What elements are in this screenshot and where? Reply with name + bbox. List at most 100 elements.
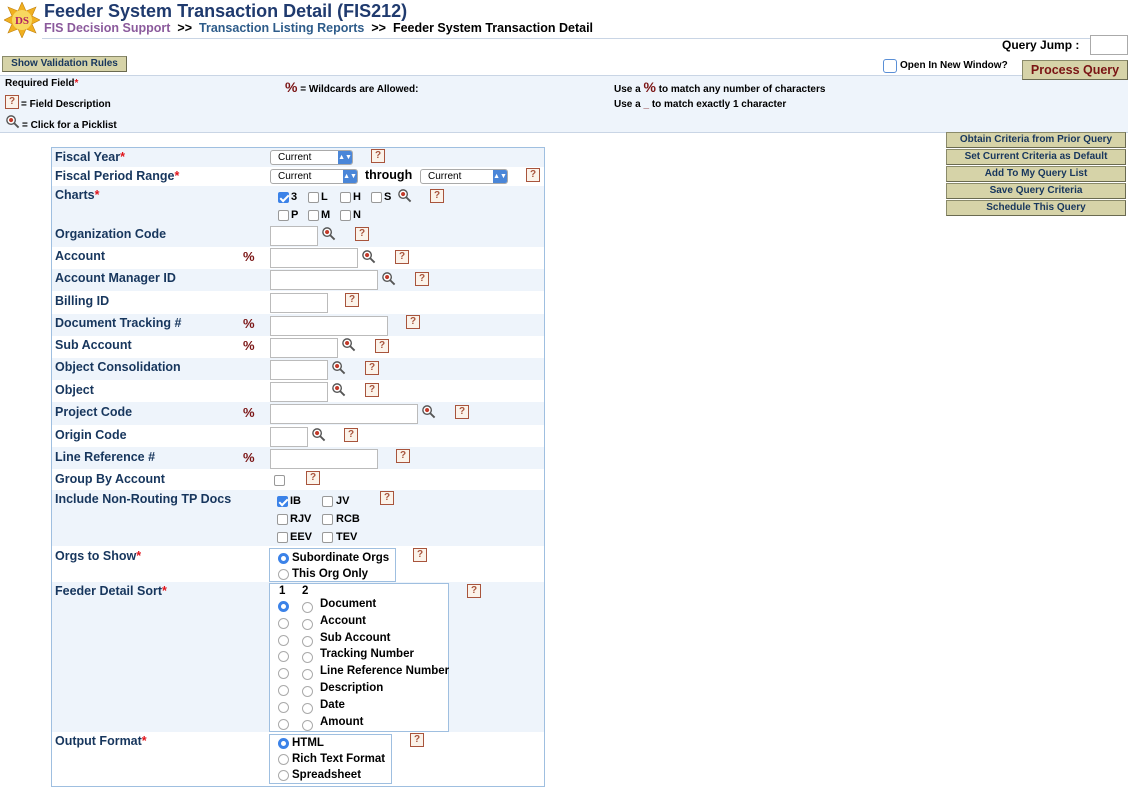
fiscal-period-from-select[interactable]: Current ▲▼	[270, 169, 358, 184]
chart-l-checkbox[interactable]	[308, 192, 319, 203]
chart-m-checkbox[interactable]	[308, 210, 319, 221]
legend-required: Required Field*	[5, 78, 78, 89]
help-icon[interactable]: ?	[430, 189, 444, 203]
chart-3-checkbox[interactable]	[278, 192, 289, 203]
sort-col1-radio[interactable]	[278, 617, 289, 629]
help-icon[interactable]: ?	[365, 361, 379, 375]
origin-code-input[interactable]	[270, 427, 308, 447]
magnifier-icon[interactable]	[397, 188, 412, 203]
sort-col2-radio[interactable]	[302, 719, 313, 731]
output-format-label-text: Output Format	[55, 734, 142, 748]
help-icon[interactable]: ?	[375, 339, 389, 353]
sort-col2-radio[interactable]	[302, 635, 313, 647]
legend-field-desc: = Field Description	[21, 99, 111, 110]
wildcard-symbol: %	[243, 450, 255, 465]
output-format-label: Output Format*	[55, 734, 147, 748]
help-icon[interactable]: ?	[345, 293, 359, 307]
sort-col2-radio[interactable]	[302, 686, 313, 697]
object-input[interactable]	[270, 382, 328, 402]
fiscal-period-to-select[interactable]: Current ▲▼	[420, 169, 508, 184]
set-default-button[interactable]: Set Current Criteria as Default	[946, 149, 1126, 165]
show-validation-rules-button[interactable]: Show Validation Rules	[2, 56, 127, 72]
add-query-list-button[interactable]: Add To My Query List	[946, 166, 1126, 182]
help-icon[interactable]: ?	[410, 733, 424, 747]
sort-col2-radio[interactable]	[302, 602, 313, 613]
breadcrumb-separator: >>	[371, 21, 386, 35]
magnifier-icon[interactable]	[331, 382, 346, 397]
output-rtf-label: Rich Text Format	[292, 753, 386, 765]
magnifier-icon[interactable]	[341, 337, 356, 352]
line-reference-input[interactable]	[270, 449, 378, 469]
help-icon[interactable]: ?	[396, 449, 410, 463]
group-by-account-checkbox[interactable]	[274, 475, 285, 486]
obtain-criteria-button[interactable]: Obtain Criteria from Prior Query	[946, 132, 1126, 148]
help-icon[interactable]: ?	[406, 315, 420, 329]
help-icon[interactable]: ?	[415, 272, 429, 286]
magnifier-icon[interactable]	[321, 226, 336, 241]
rcb-checkbox[interactable]	[322, 514, 333, 525]
magnifier-icon	[6, 115, 20, 129]
open-new-window-checkbox[interactable]	[883, 59, 897, 73]
project-code-input[interactable]	[270, 404, 418, 424]
this-org-only-radio[interactable]	[278, 569, 289, 580]
query-jump-input[interactable]	[1090, 35, 1128, 55]
help-icon[interactable]: ?	[395, 250, 409, 264]
magnifier-icon[interactable]	[421, 404, 436, 419]
help-icon[interactable]: ?	[380, 491, 394, 505]
chart-p-checkbox[interactable]	[278, 210, 289, 221]
wildcard-symbol: %	[285, 79, 298, 95]
sort-col1-radio[interactable]	[278, 601, 289, 612]
help-icon[interactable]: ?	[365, 383, 379, 397]
this-org-only-label: This Org Only	[292, 568, 369, 580]
chart-s-checkbox[interactable]	[371, 192, 382, 203]
magnifier-icon[interactable]	[381, 271, 396, 286]
required-star-icon: *	[120, 150, 125, 164]
help-icon[interactable]: ?	[467, 584, 481, 598]
rjv-checkbox[interactable]	[277, 514, 288, 525]
sub-account-input[interactable]	[270, 338, 338, 358]
sort-col1-radio[interactable]	[278, 685, 289, 696]
feeder-sort-label-text: Feeder Detail Sort	[55, 584, 162, 598]
help-icon[interactable]: ?	[371, 149, 385, 163]
magnifier-icon[interactable]	[361, 249, 376, 264]
jv-label: JV	[336, 495, 350, 507]
output-html-radio[interactable]	[278, 738, 289, 749]
billing-id-input[interactable]	[270, 293, 328, 313]
account-manager-input[interactable]	[270, 270, 378, 290]
jv-checkbox[interactable]	[322, 496, 333, 507]
subordinate-orgs-radio[interactable]	[278, 553, 289, 564]
sort-col1-radio[interactable]	[278, 701, 289, 713]
org-code-input[interactable]	[270, 226, 318, 246]
account-input[interactable]	[270, 248, 358, 268]
chart-h-checkbox[interactable]	[340, 192, 351, 203]
output-spreadsheet-radio[interactable]	[278, 770, 289, 781]
doc-tracking-input[interactable]	[270, 316, 388, 336]
ib-checkbox[interactable]	[277, 496, 288, 507]
help-icon[interactable]: ?	[306, 471, 320, 485]
help-icon[interactable]: ?	[413, 548, 427, 562]
chart-p-label: P	[291, 209, 299, 221]
chart-n-checkbox[interactable]	[340, 210, 351, 221]
sort-col1-radio[interactable]	[278, 718, 289, 730]
magnifier-icon[interactable]	[331, 360, 346, 375]
eev-checkbox[interactable]	[277, 532, 288, 543]
breadcrumb-transaction-listing[interactable]: Transaction Listing Reports	[199, 21, 364, 35]
account-label: Account	[55, 249, 105, 263]
help-icon[interactable]: ?	[344, 428, 358, 442]
help-icon[interactable]: ?	[455, 405, 469, 419]
help-icon[interactable]: ?	[526, 168, 540, 182]
breadcrumb-fis[interactable]: FIS Decision Support	[44, 21, 170, 35]
object-consolidation-input[interactable]	[270, 360, 328, 380]
sort-col1-radio[interactable]	[278, 634, 289, 646]
help-icon[interactable]: ?	[355, 227, 369, 241]
process-query-button[interactable]: Process Query	[1022, 60, 1128, 80]
sort-col2-radio[interactable]	[302, 618, 313, 630]
fiscal-year-select[interactable]: Current ▲▼	[270, 150, 353, 165]
sort-col2-radio[interactable]	[302, 702, 313, 714]
fiscal-year-label: Fiscal Year*	[55, 150, 125, 164]
schedule-query-button[interactable]: Schedule This Query	[946, 200, 1126, 216]
save-query-button[interactable]: Save Query Criteria	[946, 183, 1126, 199]
tev-checkbox[interactable]	[322, 532, 333, 543]
magnifier-icon[interactable]	[311, 427, 326, 442]
output-rtf-radio[interactable]	[278, 754, 289, 765]
